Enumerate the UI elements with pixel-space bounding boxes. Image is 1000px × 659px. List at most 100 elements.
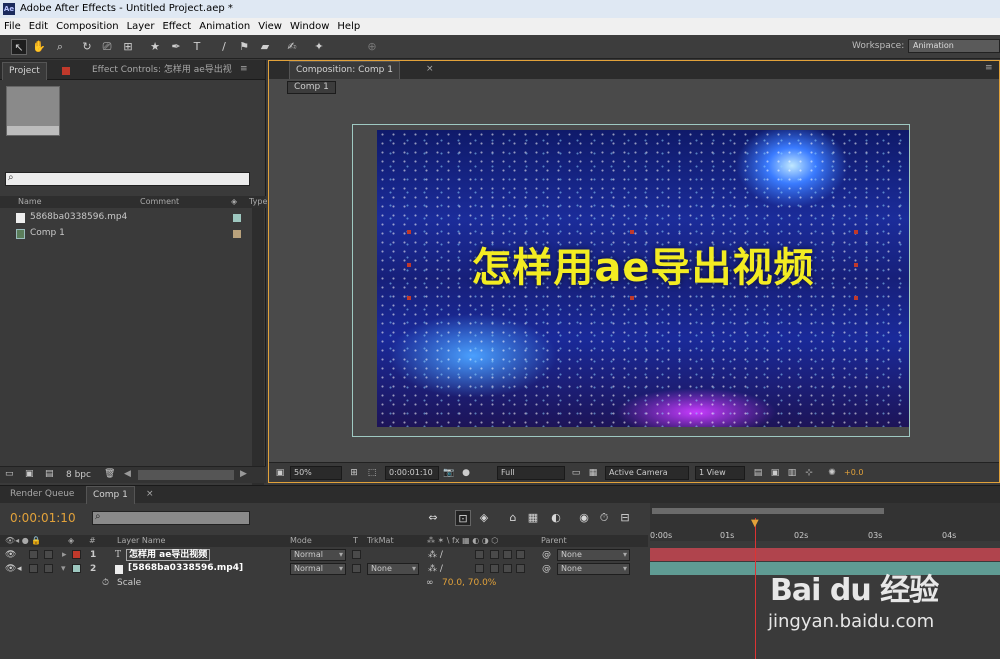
layer-label-color[interactable] <box>72 564 81 573</box>
blend-mode-select[interactable]: Normal <box>290 563 346 575</box>
transparency-grid-icon[interactable]: ▦ <box>587 467 599 479</box>
project-item[interactable]: Comp 1 <box>0 226 250 241</box>
project-item[interactable]: 5868ba0338596.mp4 <box>0 210 250 225</box>
pan-behind-tool-icon[interactable]: ⊞ <box>120 39 136 55</box>
menu-file[interactable]: File <box>0 18 25 35</box>
switch-box[interactable] <box>503 550 512 559</box>
constrain-proportions-icon[interactable]: ∞ <box>426 576 434 590</box>
selection-tool-icon[interactable]: ↖ <box>11 39 27 55</box>
comp-mini-flowchart-icon[interactable]: ⇔ <box>425 510 441 526</box>
camera-select[interactable]: Active Camera <box>605 466 689 480</box>
auto-keyframe-icon[interactable]: ⏱ <box>596 510 612 526</box>
label-color-swatch[interactable] <box>233 214 241 222</box>
clone-stamp-tool-icon[interactable]: ⚑ <box>236 39 252 55</box>
audio-icon[interactable]: ◂ <box>17 562 22 576</box>
transform-handle[interactable] <box>407 263 411 267</box>
col-comment[interactable]: Comment <box>140 196 179 208</box>
puppet-tool-icon[interactable]: ✦ <box>311 39 327 55</box>
tab-comp-timeline[interactable]: Comp 1 <box>86 486 135 504</box>
scroll-right-icon[interactable]: ▶ <box>240 469 247 479</box>
layer-row[interactable]: 👁 ▸ 1 T 怎样用 ae导出视频 Normal ⁂ ∕ @ None <box>0 548 648 562</box>
current-time-display[interactable]: 0:00:01:10 <box>385 466 439 480</box>
resolution-select[interactable]: Full <box>497 466 565 480</box>
scale-value[interactable]: 70.0, 70.0% <box>442 576 496 590</box>
menu-window[interactable]: Window <box>286 18 333 35</box>
transform-handle[interactable] <box>854 296 858 300</box>
blend-mode-select[interactable]: Normal <box>290 549 346 561</box>
zoom-select[interactable]: 50% <box>290 466 342 480</box>
interpret-footage-icon[interactable]: ▭ <box>5 469 14 479</box>
draft-3d-icon[interactable]: ◈ <box>476 510 492 526</box>
hide-shy-layers-icon[interactable]: ⌂ <box>505 510 521 526</box>
switch-box[interactable] <box>475 550 484 559</box>
pick-whip-icon[interactable]: @ <box>542 562 551 576</box>
motion-blur-icon[interactable]: ◐ <box>548 510 564 526</box>
graph-editor-icon[interactable]: ⊟ <box>617 510 633 526</box>
parent-select[interactable]: None <box>557 563 630 575</box>
pick-whip-icon[interactable]: @ <box>542 548 551 562</box>
tab-effect-controls[interactable]: Effect Controls: 怎样用 ae导出视 <box>86 62 238 80</box>
mask-visibility-icon[interactable]: ⬚ <box>366 467 378 479</box>
menu-composition[interactable]: Composition <box>52 18 122 35</box>
color-depth[interactable]: 8 bpc <box>66 470 91 480</box>
solo-switch[interactable] <box>29 550 38 559</box>
layer-name[interactable]: 怎样用 ae导出视频 <box>126 549 211 561</box>
timeline-search-input[interactable]: ⌕ <box>92 511 250 525</box>
tab-project[interactable]: Project <box>2 62 47 80</box>
timeline-icon[interactable]: ▥ <box>786 467 798 479</box>
axis-mode-icon[interactable]: ⊕ <box>364 39 380 55</box>
stopwatch-icon[interactable]: ⏱ <box>102 576 109 590</box>
col-name[interactable]: Name <box>18 196 42 208</box>
mask-tool-icon[interactable]: ★ <box>147 39 163 55</box>
lock-switch[interactable] <box>44 564 53 573</box>
project-search-input[interactable]: ⌕ <box>5 172 250 186</box>
switch-box[interactable] <box>490 564 499 573</box>
pen-tool-icon[interactable]: ✒ <box>168 39 184 55</box>
tab-composition[interactable]: Composition: Comp 1 <box>289 61 400 79</box>
layer-name[interactable]: [5868ba0338596.mp4] <box>126 563 245 575</box>
horizontal-scrollbar[interactable] <box>138 470 234 480</box>
lock-switch[interactable] <box>44 550 53 559</box>
track-matte-select[interactable]: None <box>367 563 419 575</box>
transform-handle[interactable] <box>854 263 858 267</box>
menu-edit[interactable]: Edit <box>25 18 52 35</box>
work-area-bar[interactable] <box>652 508 884 514</box>
col-mode[interactable]: Mode <box>290 535 312 547</box>
zoom-tool-icon[interactable]: ⌕ <box>52 39 68 55</box>
visibility-icon[interactable]: 👁 <box>5 562 16 576</box>
close-tab-icon[interactable]: × <box>426 64 434 74</box>
switch-box[interactable] <box>516 550 525 559</box>
preserve-transparency-switch[interactable] <box>352 550 361 559</box>
scroll-left-icon[interactable]: ◀ <box>124 469 131 479</box>
switch-box[interactable] <box>490 550 499 559</box>
safe-zones-icon[interactable]: ⊞ <box>348 467 360 479</box>
menu-help[interactable]: Help <box>333 18 364 35</box>
collapse-icon[interactable]: ▾ <box>61 562 66 576</box>
fast-previews-icon[interactable]: ▣ <box>769 467 781 479</box>
property-row[interactable]: ⏱ Scale ∞ 70.0, 70.0% <box>0 576 648 590</box>
col-layer-name[interactable]: Layer Name <box>117 535 165 547</box>
camera-tool-icon[interactable]: ⎚ <box>99 39 115 55</box>
brush-tool-icon[interactable]: / <box>216 39 232 55</box>
flowchart-icon[interactable]: ⊹ <box>803 467 815 479</box>
layer-row[interactable]: 👁 ◂ ▾ 2 [5868ba0338596.mp4] Normal None … <box>0 562 648 576</box>
type-tool-icon[interactable]: T <box>189 39 205 55</box>
layer-label-color[interactable] <box>72 550 81 559</box>
menu-view[interactable]: View <box>254 18 286 35</box>
transform-handle[interactable] <box>854 230 858 234</box>
label-color-swatch[interactable] <box>233 230 241 238</box>
col-parent[interactable]: Parent <box>541 535 567 547</box>
parent-select[interactable]: None <box>557 549 630 561</box>
snapshot-icon[interactable]: 📷 <box>443 467 455 479</box>
preserve-transparency-switch[interactable] <box>352 564 361 573</box>
rotation-tool-icon[interactable]: ↻ <box>79 39 95 55</box>
col-trkmat[interactable]: TrkMat <box>367 535 394 547</box>
region-of-interest-icon[interactable]: ▭ <box>570 467 582 479</box>
panel-menu-icon[interactable]: ≡ <box>240 64 248 74</box>
brainstorm-icon[interactable]: ◉ <box>576 510 592 526</box>
close-tab-icon[interactable]: × <box>146 489 154 499</box>
current-time-indicator[interactable] <box>755 518 756 659</box>
new-composition-icon[interactable]: ▤ <box>45 469 54 479</box>
layer-switches[interactable]: ⁂ ∕ <box>428 562 443 576</box>
transform-handle[interactable] <box>407 296 411 300</box>
